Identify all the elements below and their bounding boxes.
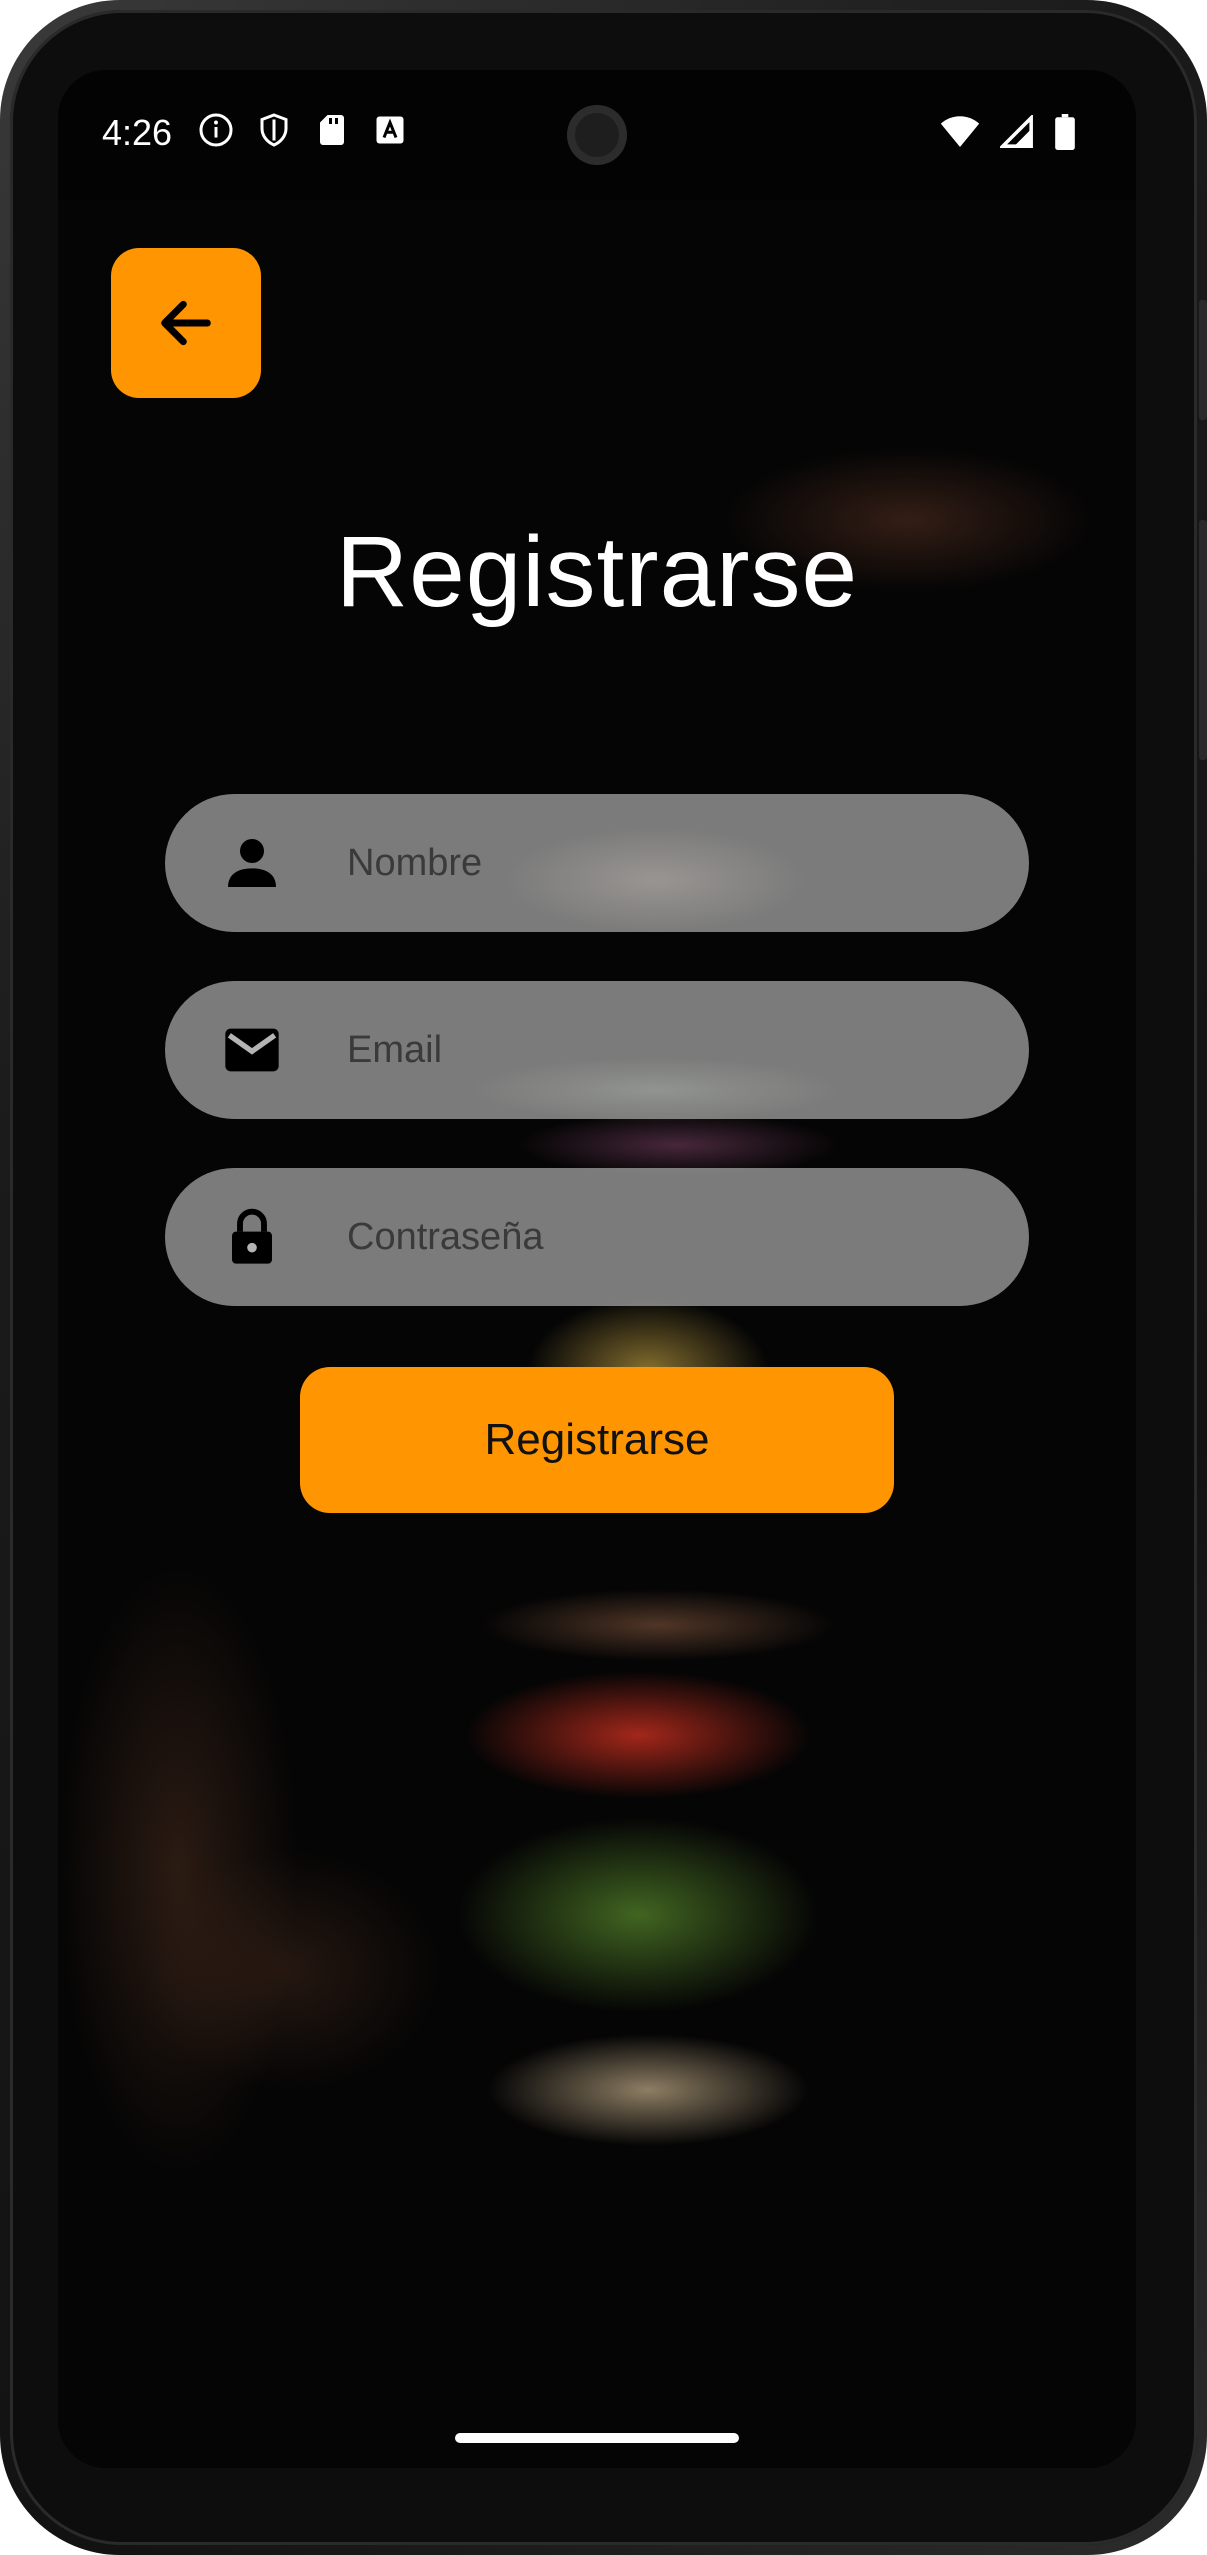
password-input[interactable] bbox=[347, 1168, 987, 1306]
name-field[interactable] bbox=[165, 794, 1029, 932]
page-title: Registrarse bbox=[335, 516, 859, 628]
wifi-icon bbox=[940, 114, 980, 154]
email-input[interactable] bbox=[347, 981, 987, 1119]
status-time: 4:26 bbox=[102, 112, 173, 153]
back-button[interactable] bbox=[111, 248, 261, 398]
arrow-left-icon bbox=[161, 300, 211, 346]
status-bar: 4:26 bbox=[58, 70, 1136, 200]
power-button bbox=[1199, 300, 1207, 420]
register-button[interactable]: Registrarse bbox=[300, 1367, 894, 1513]
mail-icon bbox=[225, 1028, 279, 1072]
lock-icon bbox=[232, 1208, 272, 1264]
shield-icon bbox=[256, 112, 292, 148]
status-notification-icons bbox=[198, 112, 408, 148]
info-icon bbox=[198, 112, 234, 148]
status-system-icons bbox=[940, 113, 1076, 154]
name-input[interactable] bbox=[347, 794, 987, 932]
home-indicator[interactable] bbox=[455, 2433, 739, 2443]
phone-frame: 4:26 Registrarse Nombre Email Registrars… bbox=[0, 0, 1207, 2555]
battery-icon bbox=[1054, 114, 1076, 154]
keyboard-icon bbox=[372, 112, 408, 148]
sd-card-icon bbox=[314, 112, 350, 148]
person-icon bbox=[228, 839, 276, 887]
password-field[interactable] bbox=[165, 1168, 1029, 1306]
app-screen: 4:26 Registrarse Nombre Email Registrars… bbox=[58, 70, 1136, 2468]
email-field[interactable] bbox=[165, 981, 1029, 1119]
front-camera bbox=[567, 105, 627, 165]
signal-icon bbox=[998, 113, 1034, 153]
volume-button bbox=[1199, 520, 1207, 760]
